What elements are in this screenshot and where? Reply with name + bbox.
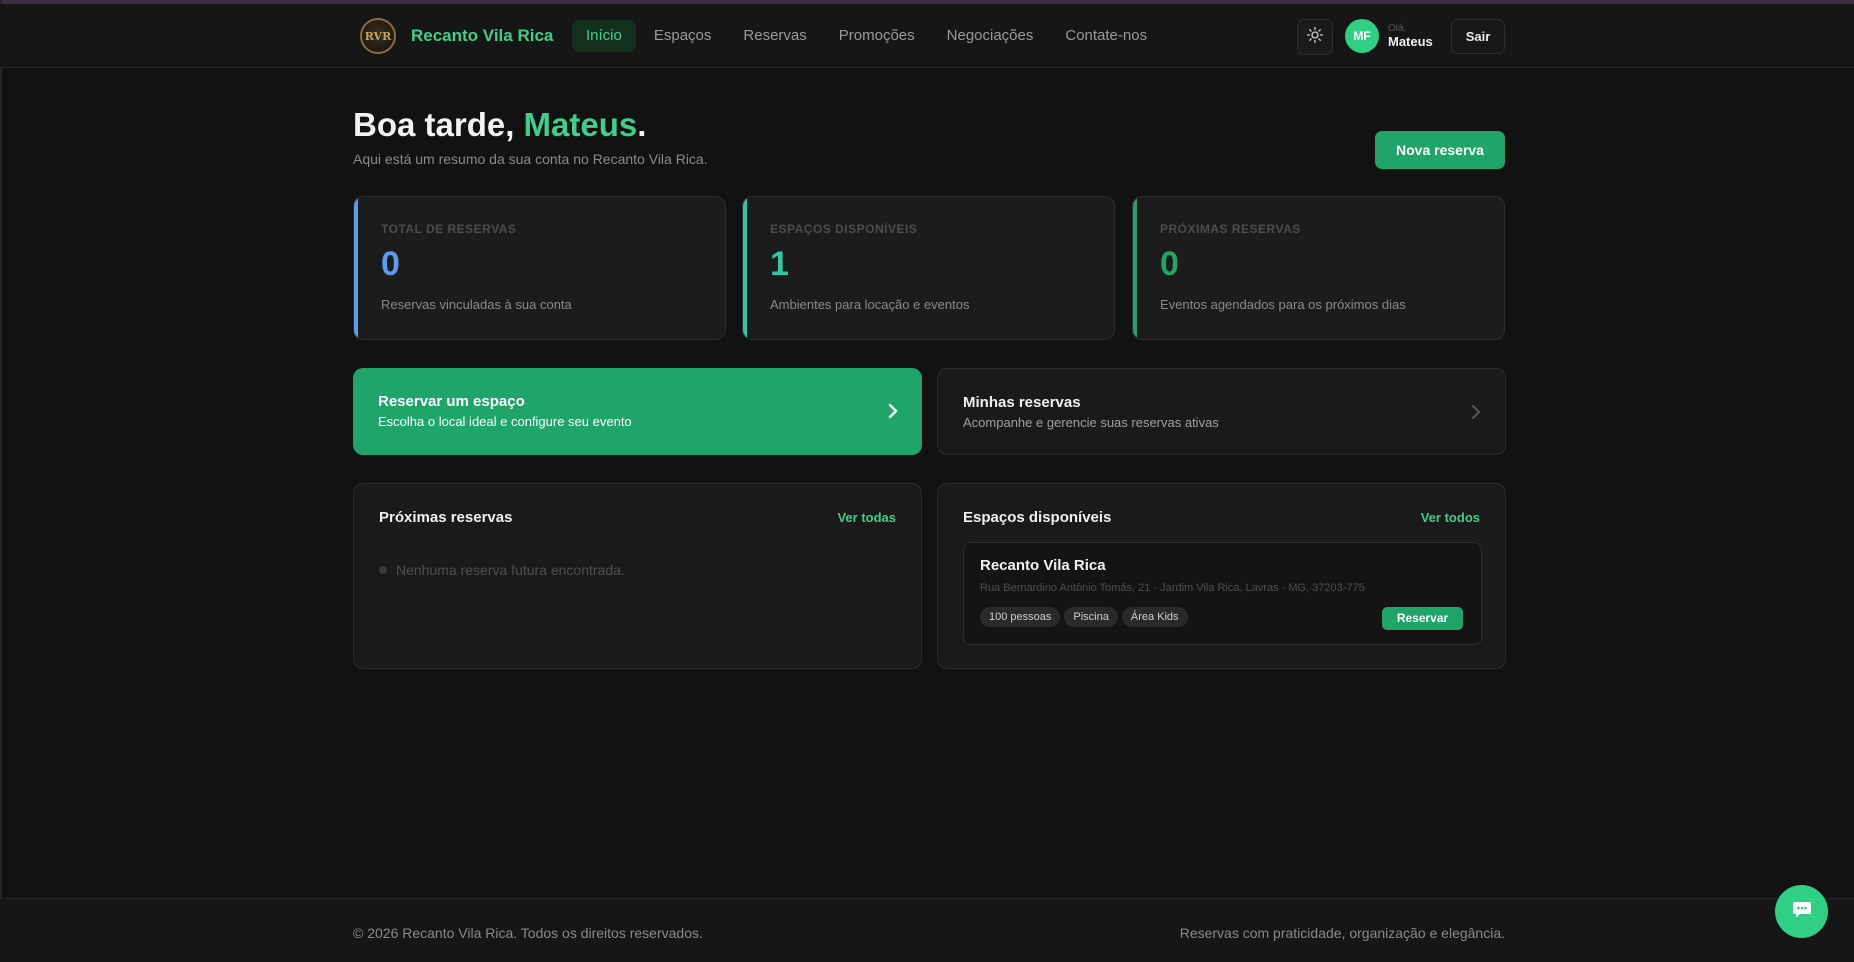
book-space-card[interactable]: Reservar um espaço Escolha o local ideal… [353, 368, 922, 455]
space-tag-capacity: 100 pessoas [980, 607, 1061, 627]
stat-value: 0 [1160, 245, 1179, 283]
greeting-name: Mateus [523, 106, 638, 143]
space-tags: 100 pessoas Piscina Área Kids [980, 607, 1188, 627]
theme-toggle-button[interactable] [1297, 19, 1333, 55]
avatar[interactable]: MF [1345, 19, 1379, 53]
empty-state: Nenhuma reserva futura encontrada. [379, 562, 625, 578]
space-name: Recanto Vila Rica [980, 557, 1106, 574]
brand-logo: RVR [360, 18, 396, 54]
footer: © 2026 Recanto Vila Rica. Todos os direi… [0, 898, 1854, 962]
nav-item-contate-nos[interactable]: Contate-nos [1051, 20, 1161, 52]
stat-description: Eventos agendados para os próximos dias [1160, 297, 1406, 312]
stat-accent-bar [1133, 197, 1137, 339]
available-spaces-title: Espaços disponíveis [963, 509, 1112, 526]
stat-description: Reservas vinculadas à sua conta [381, 297, 572, 312]
greeting-prefix: Boa tarde, [353, 106, 524, 143]
left-edge [0, 0, 2, 962]
footer-tagline: Reservas com praticidade, organização e … [1179, 925, 1505, 941]
space-address: Rua Bernardino Antônio Tomás, 21 - Jardi… [980, 582, 1365, 594]
stat-label: ESPAÇOS DISPONÍVEIS [770, 222, 918, 236]
main-nav: Início Espaços Reservas Promoções Negoci… [572, 20, 1165, 52]
see-all-spaces-link[interactable]: Ver todos [1421, 510, 1480, 525]
chevron-right-icon [886, 400, 900, 427]
stat-value: 1 [770, 245, 789, 283]
nav-item-inicio[interactable]: Início [572, 20, 636, 52]
my-bookings-card[interactable]: Minhas reservas Acompanhe e gerencie sua… [937, 368, 1506, 455]
stat-value: 0 [381, 245, 400, 283]
stat-card-espacos-disponiveis: ESPAÇOS DISPONÍVEIS 1 Ambientes para loc… [742, 196, 1115, 340]
space-tag-kids-area: Área Kids [1121, 607, 1188, 627]
space-tag-pool: Piscina [1064, 607, 1118, 627]
my-bookings-subtitle: Acompanhe e gerencie suas reservas ativa… [963, 415, 1219, 430]
sun-icon [1306, 26, 1324, 49]
see-all-bookings-link[interactable]: Ver todas [837, 510, 896, 525]
nav-item-espacos[interactable]: Espaços [640, 20, 726, 52]
stat-accent-bar [354, 197, 358, 339]
greeting-label: Olá, [1388, 23, 1407, 34]
brand[interactable]: RVR Recanto Vila Rica [360, 18, 553, 54]
empty-state-text: Nenhuma reserva futura encontrada. [396, 562, 625, 578]
available-spaces-panel: Espaços disponíveis Ver todos Recanto Vi… [937, 483, 1506, 669]
brand-logo-text: RVR [364, 29, 392, 43]
book-space-subtitle: Escolha o local ideal e configure seu ev… [378, 414, 632, 429]
my-bookings-title: Minhas reservas [963, 394, 1081, 411]
bullet-icon [379, 566, 387, 574]
page-subtitle: Aqui está um resumo da sua conta no Reca… [353, 151, 708, 167]
space-card: Recanto Vila Rica Rua Bernardino Antônio… [963, 542, 1482, 645]
nav-item-reservas[interactable]: Reservas [729, 20, 820, 52]
top-navbar: RVR Recanto Vila Rica Início Espaços Res… [0, 4, 1854, 68]
chevron-right-icon [1469, 401, 1483, 428]
book-space-button[interactable]: Reservar [1382, 607, 1463, 630]
nav-item-negociacoes[interactable]: Negociações [933, 20, 1048, 52]
chat-bubble-icon [1790, 897, 1814, 926]
brand-name: Recanto Vila Rica [411, 26, 554, 45]
nav-item-promocoes[interactable]: Promoções [825, 20, 929, 52]
footer-copyright: © 2026 Recanto Vila Rica. Todos os direi… [353, 925, 703, 941]
upcoming-bookings-title: Próximas reservas [379, 509, 513, 526]
stat-accent-bar [743, 197, 747, 339]
stat-label: TOTAL DE RESERVAS [381, 222, 517, 236]
upcoming-bookings-panel: Próximas reservas Ver todas Nenhuma rese… [353, 483, 922, 669]
stat-card-total-reservas: TOTAL DE RESERVAS 0 Reservas vinculadas … [353, 196, 726, 340]
stat-label: PRÓXIMAS RESERVAS [1160, 222, 1301, 236]
greeting-suffix: . [637, 106, 647, 143]
new-booking-button[interactable]: Nova reserva [1375, 131, 1505, 169]
stat-card-proximas-reservas: PRÓXIMAS RESERVAS 0 Eventos agendados pa… [1132, 196, 1505, 340]
page-title: Boa tarde, Mateus. [353, 106, 646, 144]
chat-button[interactable] [1775, 885, 1828, 938]
user-name: Mateus [1388, 34, 1433, 49]
stat-description: Ambientes para locação e eventos [770, 297, 970, 312]
logout-button[interactable]: Sair [1451, 19, 1505, 54]
book-space-title: Reservar um espaço [378, 393, 525, 410]
